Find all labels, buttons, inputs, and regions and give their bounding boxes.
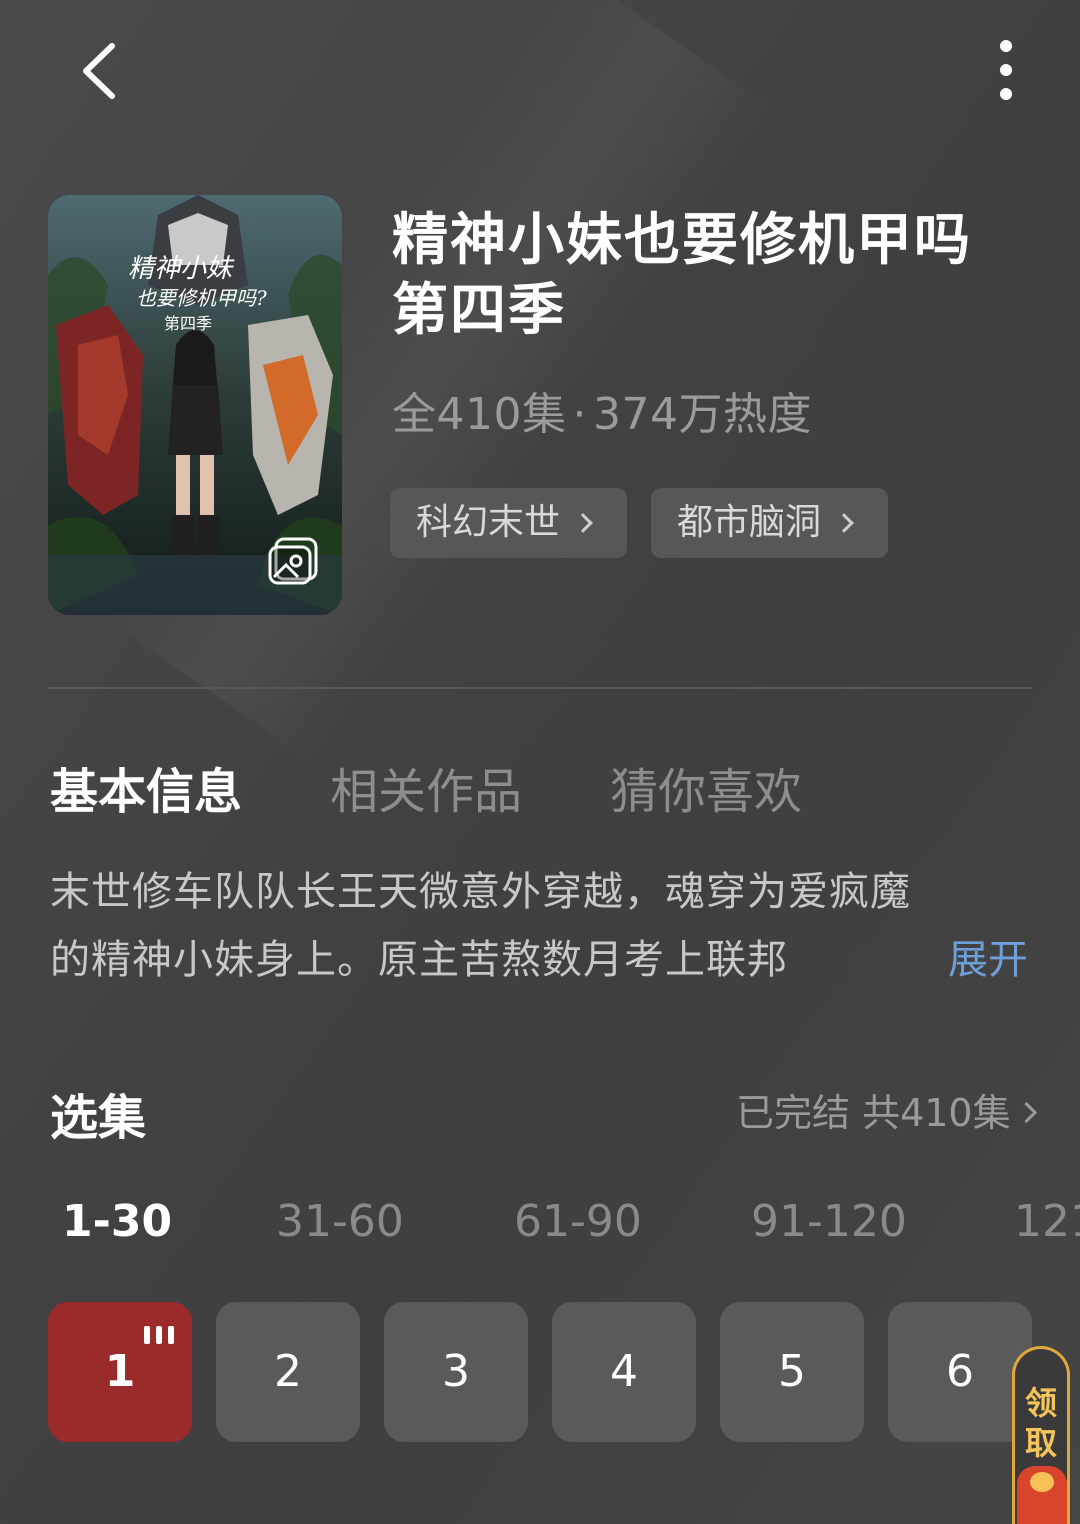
episode-range-tab[interactable]: 1-30 [62, 1196, 172, 1247]
synopsis: 末世修车队队长王天微意外穿越，魂穿为爱疯魔 的精神小妹身上。原主苦熬数月考上联邦 [50, 858, 930, 994]
reward-label: 领 取 [1015, 1383, 1067, 1463]
reward-label-line2: 取 [1024, 1424, 1057, 1462]
chevron-right-icon [573, 513, 593, 533]
tab-basic-info[interactable]: 基本信息 [50, 752, 242, 822]
episodes-status-text: 已完结 共410集 [736, 1091, 1011, 1135]
tab-related-works[interactable]: 相关作品 [330, 752, 522, 822]
episode-number: 1 [104, 1346, 136, 1397]
divider [48, 687, 1032, 689]
expand-synopsis-link[interactable]: 展开 [948, 926, 1028, 994]
claim-reward-button[interactable]: 领 取 [1012, 1346, 1070, 1524]
red-envelope-icon [1017, 1466, 1067, 1524]
episode-button[interactable]: 4 [552, 1302, 696, 1442]
episode-range-tab[interactable]: 61-90 [514, 1196, 642, 1247]
tag-label: 科幻末世 [416, 502, 561, 543]
tab-recommendations[interactable]: 猜你喜欢 [610, 752, 802, 822]
cover-title-line1: 精神小妹 [128, 254, 235, 284]
reward-label-line1: 领 [1024, 1384, 1057, 1422]
episode-button[interactable]: 5 [720, 1302, 864, 1442]
episodes-section-title: 选集 [50, 1090, 147, 1146]
chevron-right-icon [834, 513, 854, 533]
drama-meta: 全410集 · 374万热度 [392, 378, 812, 442]
synopsis-line1: 末世修车队队长王天微意外穿越，魂穿为爱疯魔 [50, 869, 911, 915]
episode-number: 3 [442, 1346, 470, 1397]
back-button[interactable] [70, 36, 134, 106]
episode-range-tab[interactable]: 91-120 [751, 1196, 907, 1247]
episode-button-playing[interactable]: 1 [48, 1302, 192, 1442]
coin-icon [1030, 1472, 1054, 1492]
episode-number: 2 [274, 1346, 302, 1397]
cover-image[interactable]: 精神小妹 也要修机甲吗? 第四季 [48, 195, 342, 615]
tag-sci-fi-apocalypse[interactable]: 科幻末世 [390, 488, 627, 558]
drama-title-line1: 精神小妹也要修机甲吗 [392, 208, 972, 273]
episode-number: 5 [778, 1346, 806, 1397]
chevron-right-icon [1015, 1101, 1037, 1124]
more-options-button[interactable] [980, 34, 1032, 106]
episode-number: 6 [946, 1346, 974, 1397]
episode-button[interactable]: 6 [888, 1302, 1032, 1442]
episode-button[interactable]: 3 [384, 1302, 528, 1442]
playing-indicator-icon [144, 1322, 176, 1344]
synopsis-line2: 的精神小妹身上。原主苦熬数月考上联邦 [50, 937, 788, 983]
meta-separator: · [572, 389, 587, 440]
episode-number: 4 [610, 1346, 638, 1397]
drama-title-line2: 第四季 [392, 278, 566, 343]
episode-button[interactable]: 2 [216, 1302, 360, 1442]
cover-title-line3: 第四季 [164, 314, 212, 333]
tag-urban-fantasy[interactable]: 都市脑洞 [651, 488, 888, 558]
heat-count: 374万热度 [592, 389, 812, 440]
episodes-status-link[interactable]: 已完结 共410集 [736, 1082, 1037, 1137]
chevron-left-icon [83, 43, 115, 99]
episode-count: 全410集 [392, 389, 567, 440]
tag-label: 都市脑洞 [677, 502, 822, 543]
drama-title: 精神小妹也要修机甲吗 第四季 [392, 206, 1032, 346]
episode-range-tab[interactable]: 31-60 [276, 1196, 404, 1247]
episode-range-tab[interactable]: 121 [1014, 1196, 1080, 1247]
cover-title-line2: 也要修机甲吗? [136, 286, 267, 310]
